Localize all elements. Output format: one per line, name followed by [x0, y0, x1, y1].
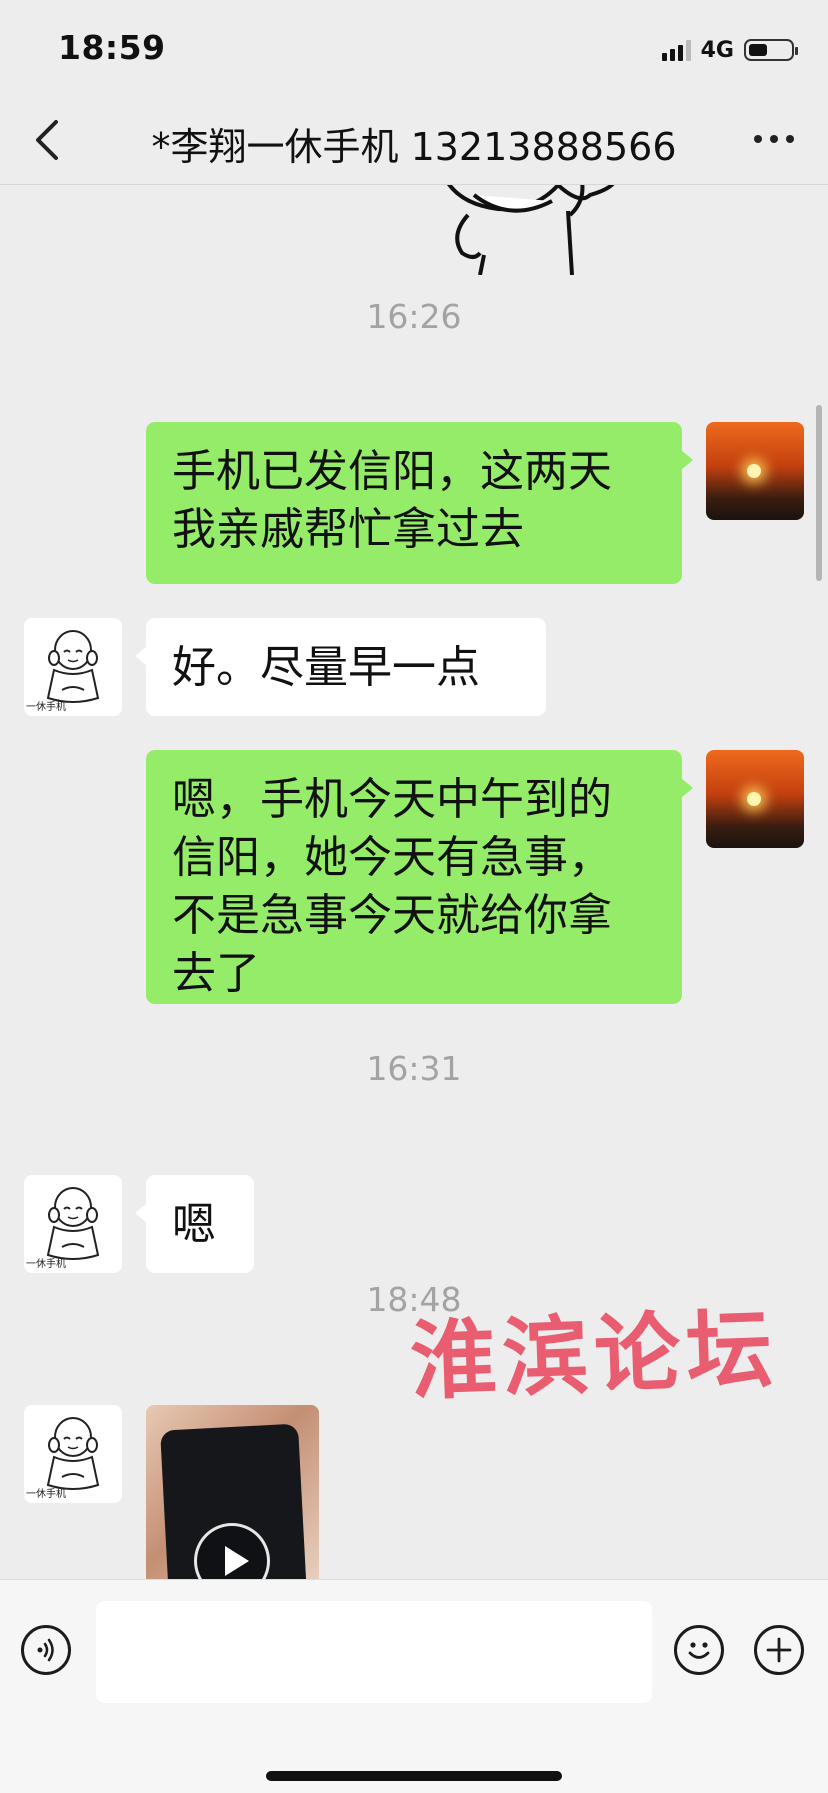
home-indicator[interactable]	[266, 1771, 562, 1781]
chevron-left-icon	[36, 120, 58, 160]
voice-button[interactable]	[21, 1625, 71, 1675]
message-bubble-outgoing[interactable]: 嗯，手机今天中午到的 信阳，她今天有急事， 不是急事今天就给你拿 去了	[146, 750, 693, 1004]
input-bar	[0, 1579, 828, 1793]
self-avatar[interactable]	[706, 750, 804, 848]
scroll-indicator[interactable]	[816, 405, 822, 581]
avatar-caption: 一休手机	[26, 1259, 66, 1270]
status-indicators: 4G	[661, 36, 798, 64]
chat-header: *李翔一休手机 13213888566	[0, 96, 828, 185]
sticker-cartoon[interactable]	[440, 185, 660, 275]
network-label: 4G	[700, 37, 734, 63]
chat-title: *李翔一休手机 13213888566	[151, 125, 677, 169]
emoji-button[interactable]	[674, 1625, 724, 1675]
battery-icon	[744, 39, 798, 61]
contact-avatar[interactable]: 一休手机	[24, 618, 122, 716]
video-message[interactable]	[146, 1405, 319, 1579]
contact-avatar[interactable]: 一休手机	[24, 1405, 122, 1503]
back-button[interactable]	[22, 110, 82, 170]
self-avatar[interactable]	[706, 422, 804, 520]
message-timestamp: 16:26	[366, 297, 462, 336]
status-bar: 18:59 4G	[0, 0, 828, 96]
message-bubble-outgoing[interactable]: 手机已发信阳，这两天 我亲戚帮忙拿过去	[146, 422, 693, 584]
more-button[interactable]	[744, 114, 804, 164]
plus-icon	[766, 1637, 792, 1663]
avatar-caption: 一休手机	[26, 702, 66, 713]
message-bubble-incoming[interactable]: 好。尽量早一点	[135, 618, 546, 716]
avatar-caption: 一休手机	[26, 1489, 66, 1500]
smiley-icon	[688, 1642, 710, 1659]
signal-icon	[661, 39, 691, 61]
watermark: 淮滨论坛	[408, 1298, 780, 1413]
message-timestamp: 16:31	[366, 1049, 462, 1088]
message-bubble-incoming[interactable]: 嗯	[135, 1175, 254, 1273]
battery-level	[749, 44, 767, 56]
message-input[interactable]	[96, 1601, 652, 1703]
status-time: 18:59	[58, 28, 166, 67]
more-functions-button[interactable]	[754, 1625, 804, 1675]
ellipsis-icon	[754, 135, 762, 143]
contact-avatar[interactable]: 一休手机	[24, 1175, 122, 1273]
voice-icon	[37, 1638, 54, 1662]
